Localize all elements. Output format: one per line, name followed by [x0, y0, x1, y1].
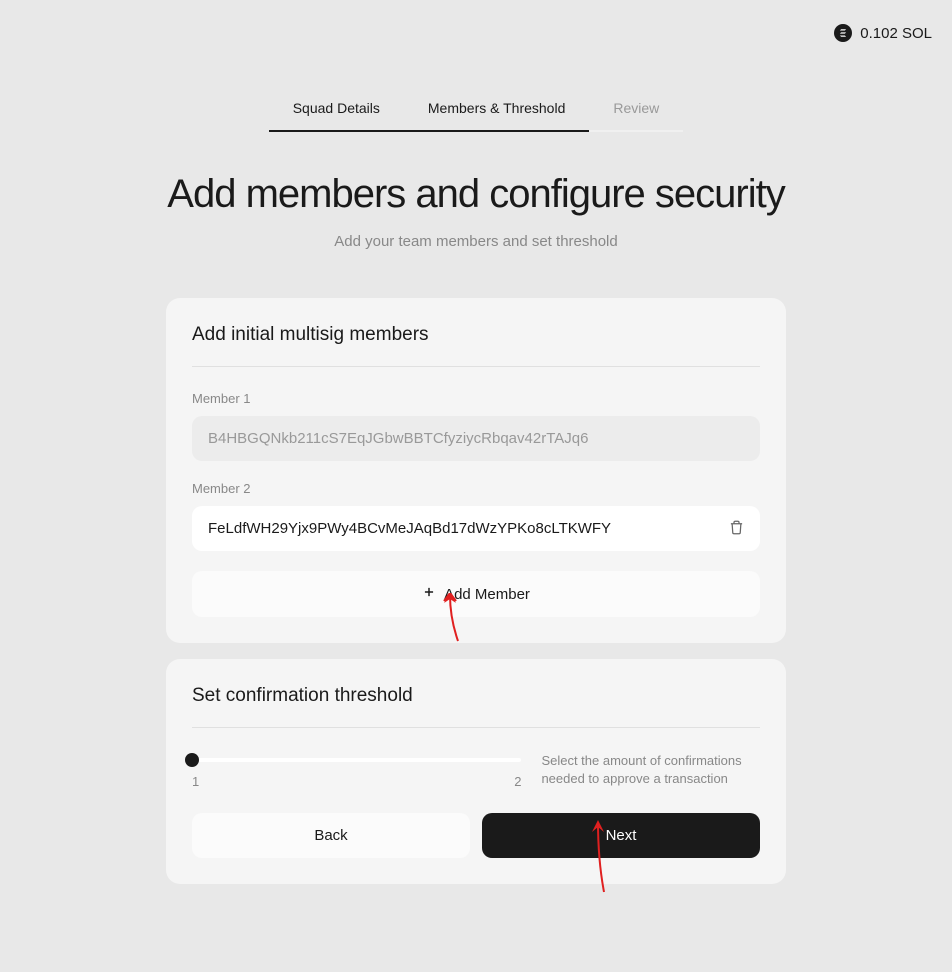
threshold-slider-wrap: 1 2: [192, 752, 521, 789]
members-card-title: Add initial multisig members: [192, 324, 760, 346]
member1-label: Member 1: [192, 391, 760, 406]
tab-review[interactable]: Review: [589, 100, 683, 132]
back-button[interactable]: Back: [192, 813, 470, 858]
page-title: Add members and configure security: [166, 172, 786, 217]
tab-squad-details[interactable]: Squad Details: [269, 100, 404, 132]
threshold-card-title: Set confirmation threshold: [192, 685, 760, 707]
balance-bar: 0.102 SOL: [834, 24, 932, 42]
members-card: Add initial multisig members Member 1 Me…: [166, 298, 786, 643]
member1-input: [192, 416, 760, 461]
page-subtitle: Add your team members and set threshold: [166, 233, 786, 250]
add-member-button[interactable]: Add Member: [192, 571, 760, 617]
divider: [192, 366, 760, 367]
plus-icon: [422, 585, 436, 603]
threshold-description: Select the amount of confirmations neede…: [541, 752, 760, 788]
solana-icon: [834, 24, 852, 42]
delete-member-button[interactable]: [725, 515, 748, 542]
balance-amount: 0.102 SOL: [860, 25, 932, 42]
member2-label: Member 2: [192, 481, 760, 496]
threshold-card: Set confirmation threshold 1 2 Select th…: [166, 659, 786, 884]
next-button[interactable]: Next: [482, 813, 760, 858]
divider: [192, 727, 760, 728]
trash-icon: [729, 519, 744, 538]
slider-min-label: 1: [192, 774, 199, 789]
slider-max-label: 2: [514, 774, 521, 789]
slider-thumb[interactable]: [185, 753, 199, 767]
tab-members-threshold[interactable]: Members & Threshold: [404, 100, 589, 132]
progress-tabs: Squad Details Members & Threshold Review: [166, 100, 786, 132]
add-member-label: Add Member: [444, 586, 530, 603]
threshold-slider[interactable]: [192, 758, 521, 762]
member2-input[interactable]: [192, 506, 760, 551]
